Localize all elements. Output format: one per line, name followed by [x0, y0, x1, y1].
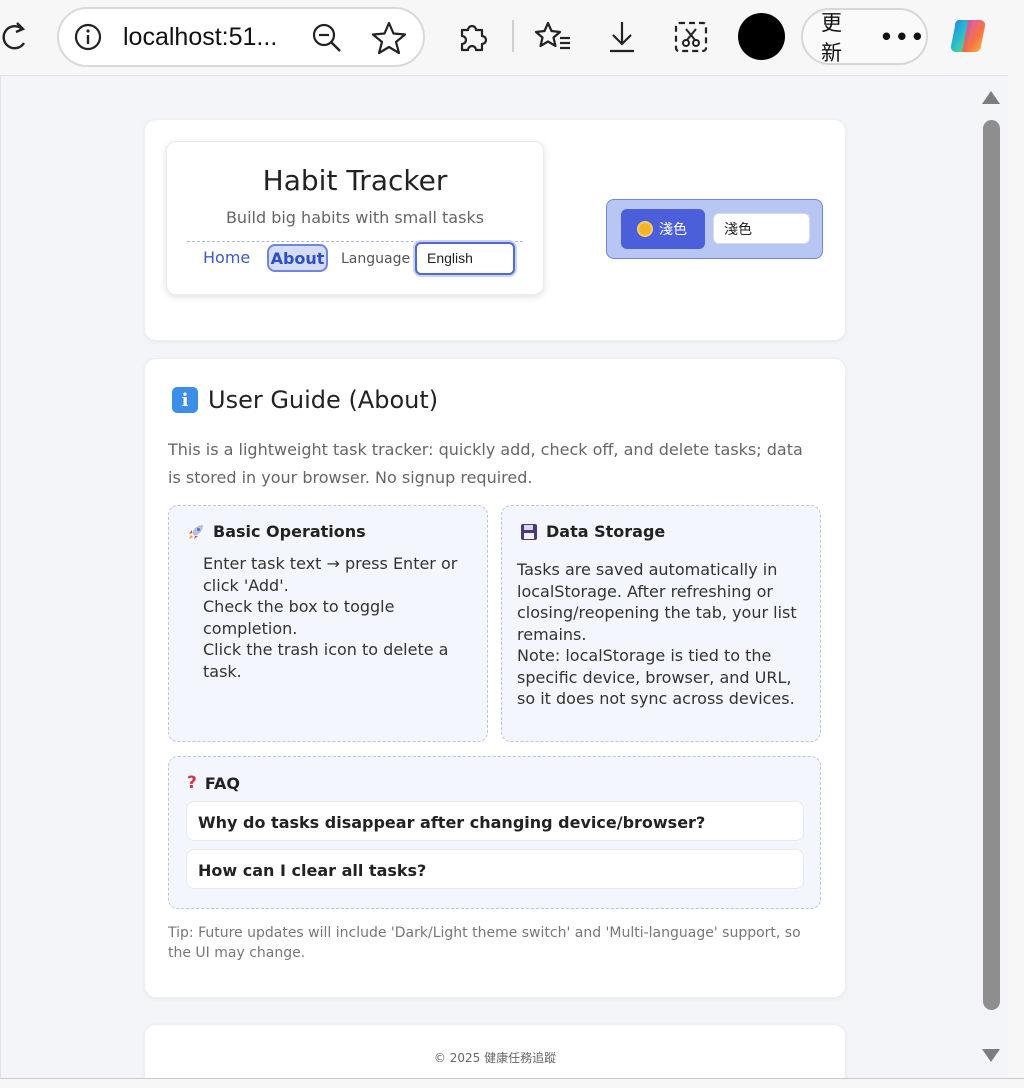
sun-icon: [639, 223, 651, 235]
toolbar-separator: [512, 20, 514, 52]
favorite-star-icon[interactable]: [371, 21, 407, 55]
basic-line: Click the trash icon to delete a task.: [203, 640, 449, 681]
floppy-disk-icon: [521, 523, 537, 540]
downloads-icon[interactable]: [606, 19, 638, 55]
app-subtitle: Build big habits with small tasks: [225, 208, 485, 227]
data-storage-title: Data Storage: [546, 522, 666, 541]
footer-copyright: © 2025 健康任務追蹤: [433, 1051, 557, 1065]
faq-section: ? FAQ Why do tasks disappear after chang…: [168, 756, 821, 909]
nav-about-link[interactable]: About: [267, 244, 328, 272]
update-button[interactable]: 更新 •••: [801, 8, 928, 65]
faq-title: FAQ: [204, 773, 240, 793]
storage-line: Tasks are saved automatically in localSt…: [517, 560, 797, 644]
favorites-list-icon[interactable]: [533, 20, 573, 54]
theme-select[interactable]: 淺色: [713, 213, 810, 244]
app-title: Habit Tracker: [262, 164, 448, 197]
scroll-down-arrow[interactable]: [982, 1049, 1000, 1062]
more-menu-icon[interactable]: •••: [880, 25, 926, 49]
url-text: localhost:51...: [123, 23, 278, 51]
rocket-icon: [189, 524, 203, 539]
faq-item[interactable]: Why do tasks disappear after changing de…: [186, 801, 804, 841]
info-icon: i: [172, 387, 198, 413]
faq-item[interactable]: How can I clear all tasks?: [186, 849, 804, 889]
site-info-icon[interactable]: [73, 22, 103, 52]
brand-box: Habit Tracker Build big habits with smal…: [166, 141, 544, 295]
zoom-out-icon[interactable]: [311, 22, 343, 54]
guide-heading: i User Guide (About): [172, 386, 438, 414]
window-edge: [1008, 75, 1024, 1088]
window-bottom-edge: [0, 1078, 1024, 1088]
question-mark-icon: ?: [187, 773, 197, 793]
scrollbar-thumb[interactable]: [983, 120, 1000, 1010]
scroll-up-arrow[interactable]: [982, 91, 1000, 104]
footer-card: © 2025 健康任務追蹤: [144, 1024, 846, 1078]
nav-home-link[interactable]: Home: [203, 248, 250, 267]
basic-operations-text: Enter task text → press Enter or click '…: [203, 553, 479, 682]
data-storage-section: Data Storage Tasks are saved automatical…: [501, 505, 821, 742]
basic-operations-heading: Basic Operations: [187, 522, 366, 541]
storage-line: Note: localStorage is tied to the specif…: [517, 646, 795, 708]
copilot-icon[interactable]: [948, 14, 992, 58]
address-bar[interactable]: localhost:51...: [57, 7, 425, 67]
browser-toolbar: localhost:51... 更新 •••: [0, 0, 1024, 75]
extensions-icon[interactable]: [456, 20, 490, 54]
guide-title: User Guide (About): [208, 386, 439, 414]
screenshot-icon[interactable]: [673, 20, 709, 54]
basic-operations-title: Basic Operations: [213, 522, 366, 541]
theme-toggle-button[interactable]: 淺色: [621, 209, 705, 249]
tip-text: Tip: Future updates will include 'Dark/L…: [168, 925, 801, 961]
language-label: Language: [341, 251, 411, 267]
theme-button-label: 淺色: [659, 222, 687, 238]
basic-line: Enter task text → press Enter or click '…: [203, 554, 458, 595]
profile-avatar[interactable]: [738, 13, 785, 60]
data-storage-text: Tasks are saved automatically in localSt…: [517, 559, 807, 710]
language-select[interactable]: English: [415, 242, 515, 275]
guide-intro: This is a lightweight task tracker: quic…: [168, 440, 803, 487]
basic-line: Check the box to toggle completion.: [203, 597, 395, 638]
faq-heading: ? FAQ: [187, 773, 240, 793]
refresh-icon[interactable]: [0, 18, 30, 56]
update-label: 更新: [821, 10, 842, 65]
basic-operations-section: Basic Operations Enter task text → press…: [168, 505, 488, 742]
data-storage-heading: Data Storage: [520, 522, 665, 541]
theme-switcher: 淺色 淺色: [606, 199, 823, 259]
